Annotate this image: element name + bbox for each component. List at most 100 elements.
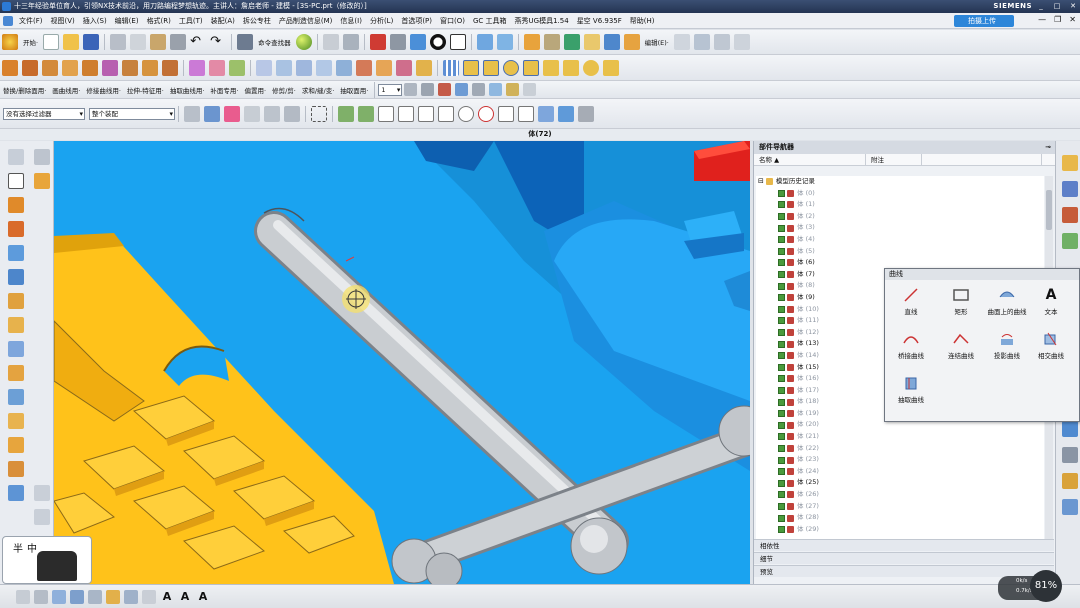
visibility-checkbox[interactable] bbox=[778, 398, 785, 406]
move-object-icon[interactable] bbox=[693, 34, 710, 50]
face-icon-9[interactable] bbox=[416, 59, 432, 76]
visibility-checkbox[interactable] bbox=[778, 444, 785, 452]
face-icon-4[interactable] bbox=[316, 59, 332, 76]
book-icon[interactable] bbox=[523, 34, 540, 50]
menu-preferences[interactable]: 首选项(P) bbox=[397, 16, 436, 26]
menu-split-mold[interactable]: 拆公专柱 bbox=[239, 16, 275, 26]
snap-box-icon[interactable] bbox=[558, 105, 574, 122]
plate-icon-2[interactable] bbox=[483, 59, 499, 76]
gear-icon[interactable] bbox=[583, 59, 599, 76]
visibility-checkbox[interactable] bbox=[778, 502, 785, 510]
open-folder-icon[interactable] bbox=[63, 34, 80, 50]
menu-tools[interactable]: 工具(T) bbox=[175, 16, 207, 26]
resource-reuse-icon[interactable] bbox=[1062, 233, 1078, 249]
visibility-checkbox[interactable] bbox=[778, 514, 785, 522]
left-tool-19-icon[interactable] bbox=[34, 509, 50, 525]
resource-constraint-icon[interactable] bbox=[1062, 181, 1078, 197]
selection-scope-select[interactable]: 整个装配 bbox=[89, 107, 175, 120]
bottom-text-icon-2[interactable]: A bbox=[178, 590, 192, 604]
tree-row[interactable]: 体 (28) bbox=[756, 512, 1044, 524]
face-icon-7[interactable] bbox=[376, 59, 392, 76]
visibility-checkbox[interactable] bbox=[778, 259, 785, 267]
visibility-checkbox[interactable] bbox=[778, 329, 785, 337]
visibility-checkbox[interactable] bbox=[778, 468, 785, 476]
snap-line-icon[interactable] bbox=[378, 105, 394, 122]
visibility-checkbox[interactable] bbox=[778, 363, 785, 371]
extract-curve-menu[interactable]: 抽取曲线用· bbox=[167, 85, 208, 95]
visibility-checkbox[interactable] bbox=[778, 340, 785, 348]
patch-face-menu[interactable]: 补面专用· bbox=[207, 85, 241, 95]
column-attach[interactable]: 附注 bbox=[866, 154, 922, 165]
layer-settings-icon[interactable] bbox=[404, 83, 418, 96]
face-icon-8[interactable] bbox=[396, 59, 412, 76]
bottom-text-icon-3[interactable]: A bbox=[196, 590, 210, 604]
section-view-icon[interactable] bbox=[496, 34, 513, 50]
left-tool-6-icon[interactable] bbox=[8, 221, 24, 237]
menu-pmi[interactable]: 产品制造信息(M) bbox=[275, 16, 337, 26]
snap-select-icon[interactable] bbox=[224, 105, 240, 122]
curve-tool-icon-2[interactable] bbox=[438, 83, 452, 96]
bottom-tool-8-icon[interactable] bbox=[142, 589, 156, 604]
visibility-checkbox[interactable] bbox=[778, 305, 785, 313]
mold-icon-9[interactable] bbox=[162, 59, 178, 76]
face-icon-1[interactable] bbox=[256, 59, 272, 76]
tree-row[interactable]: 体 (3) bbox=[756, 222, 1044, 234]
model-view[interactable] bbox=[54, 141, 750, 584]
menu-assembly[interactable]: 装配(A) bbox=[207, 16, 239, 26]
snap-tangent-icon[interactable] bbox=[418, 105, 434, 122]
minimize-button[interactable]: _ bbox=[1036, 0, 1046, 13]
tree-row[interactable]: 体 (0) bbox=[756, 188, 1044, 200]
left-tool-18-icon[interactable] bbox=[34, 485, 50, 501]
menu-app-icon[interactable] bbox=[3, 15, 13, 26]
tree-row[interactable]: 体 (2) bbox=[756, 211, 1044, 223]
doc-close-button[interactable]: ✕ bbox=[1069, 15, 1076, 24]
tree-row[interactable]: 体 (22) bbox=[756, 443, 1044, 455]
curve-tool-icon-1[interactable] bbox=[421, 83, 435, 96]
curve-on-surface-tool[interactable]: 曲面上的曲线 bbox=[983, 287, 1031, 316]
visibility-checkbox[interactable] bbox=[778, 247, 785, 255]
surface-icon-2[interactable] bbox=[209, 59, 225, 76]
start-icon[interactable] bbox=[2, 34, 18, 50]
snap-center-icon[interactable] bbox=[458, 105, 474, 122]
snap-circle-icon[interactable] bbox=[478, 105, 494, 122]
layer-select[interactable]: 1 bbox=[378, 83, 403, 96]
surface-icon-1[interactable] bbox=[189, 59, 205, 76]
snap-endpoint-icon[interactable] bbox=[338, 105, 354, 122]
tree-row[interactable]: 体 (21) bbox=[756, 431, 1044, 443]
arrow-up-icon[interactable] bbox=[603, 59, 619, 76]
command-finder-button[interactable]: 命令查找器 bbox=[255, 37, 294, 47]
visibility-checkbox[interactable] bbox=[778, 410, 785, 418]
surface-icon-3[interactable] bbox=[229, 59, 245, 76]
bottom-tool-1-icon[interactable] bbox=[16, 589, 30, 604]
visibility-checkbox[interactable] bbox=[778, 236, 785, 244]
left-tool-10-icon[interactable] bbox=[8, 317, 24, 333]
cut-icon[interactable] bbox=[110, 34, 127, 50]
left-tool-11-icon[interactable] bbox=[8, 341, 24, 357]
curve-tool-icon-4[interactable] bbox=[472, 83, 486, 96]
edit-object-icon[interactable] bbox=[673, 34, 690, 50]
left-tool-17-icon[interactable] bbox=[8, 485, 24, 501]
menu-analysis[interactable]: 分析(L) bbox=[366, 16, 397, 26]
snap-curve-icon[interactable] bbox=[398, 105, 414, 122]
visibility-checkbox[interactable] bbox=[778, 282, 785, 290]
resource-assembly-icon[interactable] bbox=[1062, 155, 1078, 171]
part-cube-icon[interactable] bbox=[603, 34, 620, 50]
left-tool-5-icon[interactable] bbox=[8, 197, 24, 213]
menu-edit[interactable]: 编辑(E) bbox=[111, 16, 143, 26]
assembly-icon[interactable] bbox=[563, 34, 580, 50]
visibility-checkbox[interactable] bbox=[778, 224, 785, 232]
visibility-checkbox[interactable] bbox=[778, 317, 785, 325]
tree-row[interactable]: 体 (23) bbox=[756, 454, 1044, 466]
menu-xingkong[interactable]: 星空 V6.935F bbox=[573, 16, 626, 26]
ruler-icon[interactable] bbox=[583, 34, 600, 50]
select-all-icon[interactable] bbox=[244, 105, 260, 122]
left-tool-12-icon[interactable] bbox=[8, 365, 24, 381]
replace-delete-face-menu[interactable]: 替换/删除面用· bbox=[0, 85, 49, 95]
pin-icon-1[interactable] bbox=[543, 59, 559, 76]
circle-plate-icon[interactable] bbox=[503, 59, 519, 76]
graphics-viewport[interactable] bbox=[54, 141, 750, 584]
fit-view-icon[interactable] bbox=[369, 34, 386, 50]
left-tool-2-icon[interactable] bbox=[34, 149, 50, 165]
mold-icon-3[interactable] bbox=[42, 59, 58, 76]
menu-view[interactable]: 视图(V) bbox=[47, 16, 79, 26]
